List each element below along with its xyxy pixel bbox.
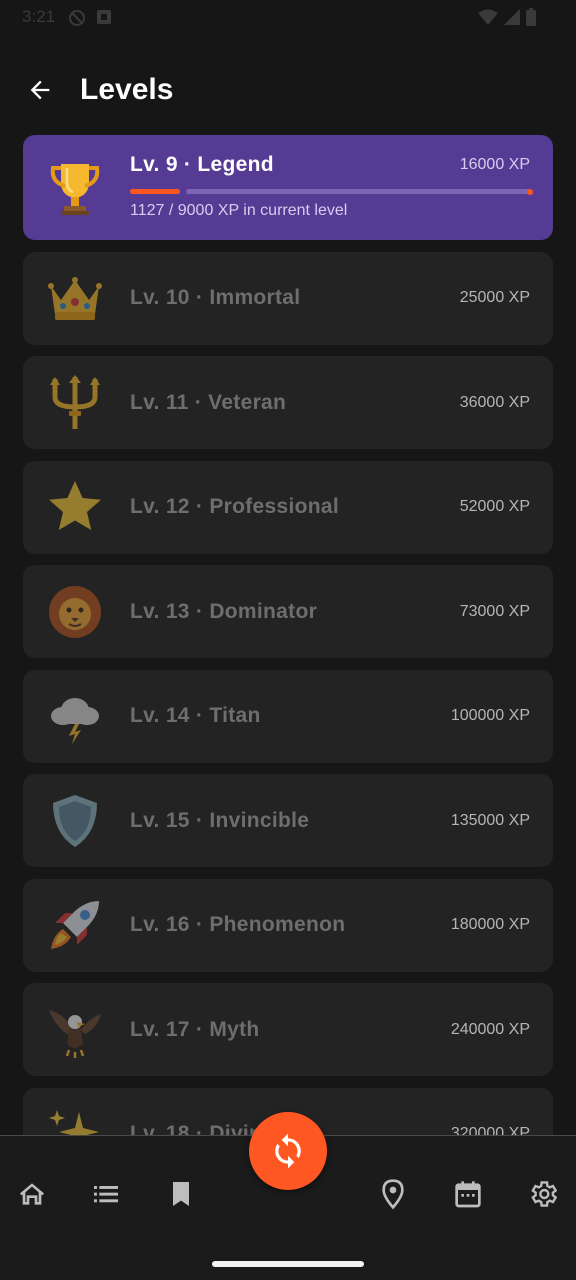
crown-icon xyxy=(45,268,105,328)
battery-icon xyxy=(526,8,536,26)
level-xp: 100000 XP xyxy=(450,707,530,724)
level-progress-fill xyxy=(130,189,180,194)
back-button[interactable] xyxy=(20,70,60,110)
sync-icon xyxy=(275,1133,301,1169)
level-card[interactable]: Lv. 11 · Veteran 36000 XP xyxy=(23,356,553,449)
level-xp: 73000 XP xyxy=(459,602,530,620)
sync-fab-button[interactable] xyxy=(249,1112,327,1190)
location-pin-icon xyxy=(382,1179,404,1210)
nav-list[interactable] xyxy=(84,1172,128,1216)
nav-calendar[interactable] xyxy=(446,1172,490,1216)
level-card-current[interactable]: Lv. 9 · Legend 16000 XP 1127 / 9000 XP i… xyxy=(23,135,553,240)
star-icon xyxy=(45,477,105,537)
signal-icon xyxy=(504,9,520,25)
level-xp: 135000 XP xyxy=(450,811,530,829)
dnd-icon xyxy=(69,10,85,26)
level-title: Lv. 16 · Phenomenon xyxy=(130,913,346,936)
levels-screen: 3:21 Levels Lv. 9 · Legend 16000 XP 1127… xyxy=(0,0,576,1280)
nav-settings[interactable] xyxy=(521,1172,565,1216)
bookmark-icon xyxy=(173,1182,189,1206)
shield-icon xyxy=(45,791,105,851)
status-time: 3:21 xyxy=(22,7,56,26)
level-xp: 36000 XP xyxy=(459,393,530,411)
notification-icon xyxy=(97,10,111,24)
app-header: Levels xyxy=(0,60,576,120)
home-indicator[interactable] xyxy=(212,1261,364,1267)
wifi-icon xyxy=(478,9,498,25)
home-icon xyxy=(20,1183,44,1205)
page-title: Levels xyxy=(80,73,174,106)
list-icon xyxy=(94,1186,118,1203)
level-card[interactable]: Lv. 14 · Titan 100000 XP xyxy=(23,669,553,763)
level-card[interactable]: Lv. 10 · Immortal 25000 XP xyxy=(23,251,553,345)
nav-home[interactable] xyxy=(10,1172,54,1216)
level-xp: 25000 XP xyxy=(459,289,530,306)
level-card[interactable]: Lv. 16 · Phenomenon 180000 XP xyxy=(23,878,553,972)
level-title: Lv. 11 · Veteran xyxy=(130,390,287,414)
eagle-icon xyxy=(45,1000,105,1060)
level-progress-remaining xyxy=(186,189,530,194)
level-card[interactable]: Lv. 13 · Dominator 73000 XP xyxy=(23,565,553,658)
arrow-back-icon xyxy=(30,80,50,100)
level-progress-bar xyxy=(130,188,533,195)
rocket-icon xyxy=(45,895,105,955)
status-bar: 3:21 xyxy=(0,0,576,36)
level-progress-end-dot xyxy=(527,188,533,195)
level-xp: 16000 XP xyxy=(459,156,530,173)
level-title: Lv. 9 · Legend xyxy=(130,153,274,176)
settings-gear-icon xyxy=(531,1181,558,1207)
levels-list: Lv. 9 · Legend 16000 XP 1127 / 9000 XP i… xyxy=(23,135,553,1192)
calendar-icon xyxy=(455,1181,481,1208)
level-card[interactable]: Lv. 17 · Myth 240000 XP xyxy=(23,983,553,1076)
level-title: Lv. 13 · Dominator xyxy=(130,599,318,623)
nav-bookmark[interactable] xyxy=(159,1172,203,1216)
level-title: Lv. 17 · Myth xyxy=(130,1017,260,1041)
nav-location[interactable] xyxy=(371,1172,415,1216)
trophy-icon xyxy=(45,158,105,218)
level-title: Lv. 14 · Titan xyxy=(130,704,261,727)
storm-cloud-icon xyxy=(45,686,105,746)
level-xp: 240000 XP xyxy=(450,1020,530,1038)
level-title: Lv. 10 · Immortal xyxy=(130,286,301,309)
level-xp: 180000 XP xyxy=(450,916,530,933)
level-progress-text: 1127 / 9000 XP in current level xyxy=(130,202,348,219)
level-title: Lv. 12 · Professional xyxy=(130,495,339,518)
level-card[interactable]: Lv. 12 · Professional 52000 XP xyxy=(23,460,553,554)
lion-icon xyxy=(45,582,105,642)
level-title: Lv. 15 · Invincible xyxy=(130,808,310,832)
trident-icon xyxy=(45,373,105,433)
level-card[interactable]: Lv. 15 · Invincible 135000 XP xyxy=(23,774,553,867)
level-xp: 52000 XP xyxy=(459,498,530,515)
